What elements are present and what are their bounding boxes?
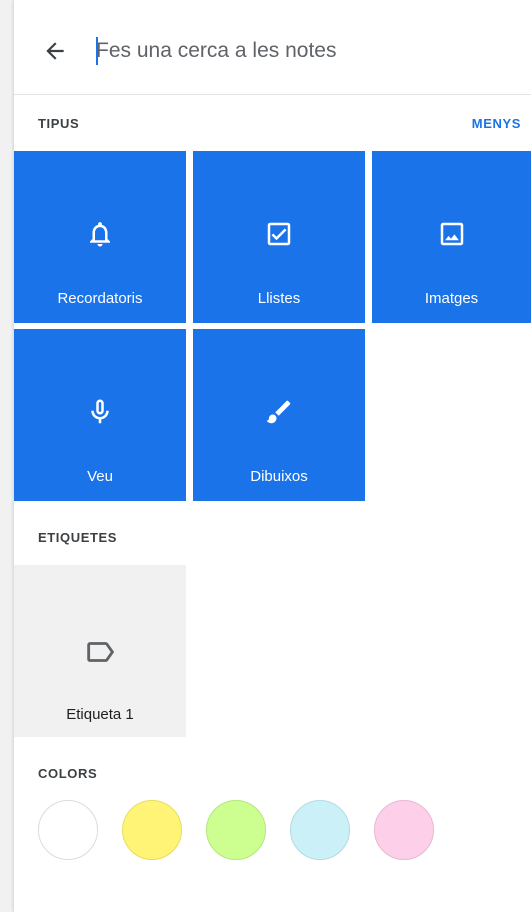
type-tile-label: Imatges	[424, 290, 479, 307]
type-tile-images[interactable]: Imatges	[372, 151, 531, 323]
type-tile-voice[interactable]: Veu	[14, 329, 186, 501]
type-tile-label: Recordatoris	[57, 290, 143, 307]
type-tile-drawings[interactable]: Dibuixos	[193, 329, 365, 501]
label-icon	[87, 642, 115, 662]
arrow-back-icon	[46, 42, 64, 60]
types-heading: TIPUS	[38, 116, 80, 131]
type-tile-lists[interactable]: Llistes	[193, 151, 365, 323]
label-tile-label: Etiqueta 1	[66, 706, 134, 723]
type-tile-reminders[interactable]: Recordatoris	[14, 151, 186, 323]
type-tile-label: Dibuixos	[250, 468, 308, 485]
text-cursor	[96, 37, 98, 65]
colors-heading: COLORS	[38, 766, 98, 781]
show-less-button[interactable]: MENYS	[472, 116, 521, 131]
bell-icon	[90, 222, 110, 247]
color-swatch-pink[interactable]	[374, 800, 434, 860]
color-swatch-white[interactable]	[38, 800, 98, 860]
checkbox-icon	[267, 222, 291, 246]
label-tile-etiqueta-1[interactable]: Etiqueta 1	[14, 565, 186, 737]
brush-icon	[266, 400, 291, 424]
color-swatch-green[interactable]	[206, 800, 266, 860]
search-input[interactable]	[96, 33, 496, 69]
microphone-icon	[91, 399, 109, 424]
type-tile-label: Llistes	[257, 290, 301, 307]
image-icon	[440, 222, 463, 246]
type-tile-label: Veu	[87, 468, 113, 485]
color-swatch-yellow[interactable]	[122, 800, 182, 860]
search-bar	[14, 0, 531, 95]
back-button[interactable]	[40, 36, 70, 66]
color-swatch-light-blue[interactable]	[290, 800, 350, 860]
search-panel: TIPUS MENYS Recordatoris Llistes Imatges	[14, 0, 531, 912]
labels-heading: ETIQUETES	[38, 530, 118, 545]
